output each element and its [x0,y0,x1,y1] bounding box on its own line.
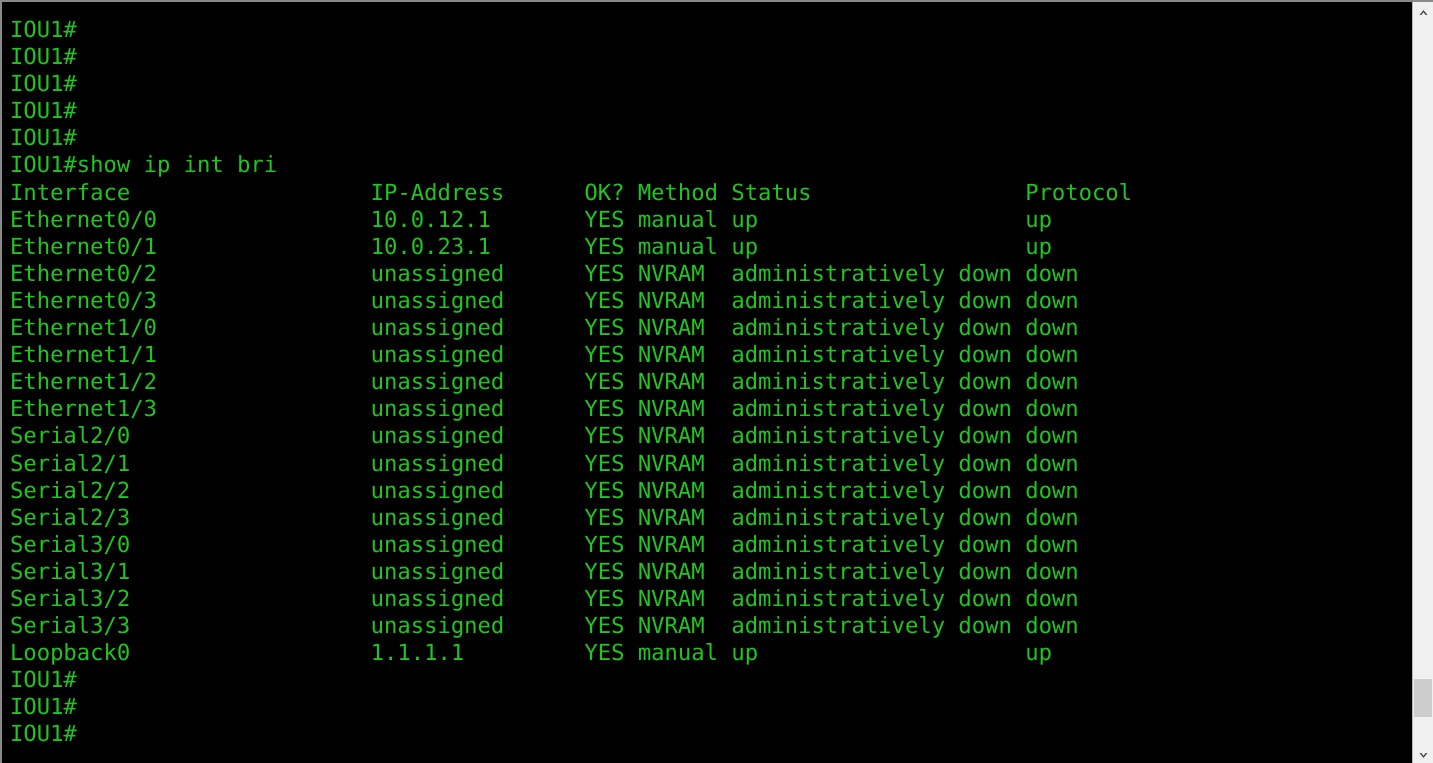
terminal-line: Ethernet1/2 unassigned YES NVRAM adminis… [10,369,1079,396]
terminal-line: IOU1# [10,721,77,748]
terminal-line: Serial3/1 unassigned YES NVRAM administr… [10,558,1079,585]
scrollbar-track[interactable] [1413,23,1433,744]
terminal-line: IOU1# [10,667,77,694]
terminal-line: IOU1# [10,71,77,98]
scroll-down-arrow-icon[interactable] [1413,744,1433,763]
terminal-line: IOU1# [10,44,77,71]
terminal-line: Serial2/3 unassigned YES NVRAM administr… [10,504,1079,531]
terminal-line: IOU1# [10,125,77,152]
terminal-line: Serial2/2 unassigned YES NVRAM administr… [10,477,1079,504]
terminal-output: IOU1# IOU1# IOU1# IOU1# IOU1# IOU1#show ip in… [10,17,1132,749]
terminal-line: Interface IP-Address OK? Method Status P… [10,179,1133,206]
scrollbar-thumb[interactable] [1414,679,1432,717]
terminal-line: Serial3/0 unassigned YES NVRAM administr… [10,531,1079,558]
terminal-line: Serial3/2 unassigned YES NVRAM administr… [10,585,1079,612]
terminal-line: Ethernet0/0 10.0.12.1 YES manual up up [10,206,1052,233]
terminal-line: Ethernet1/0 unassigned YES NVRAM adminis… [10,315,1079,342]
terminal-line: Serial3/3 unassigned YES NVRAM administr… [10,613,1079,640]
terminal-window: IOU1# IOU1# IOU1# IOU1# IOU1# IOU1#show ip in… [0,0,1433,763]
terminal-line: Serial2/0 unassigned YES NVRAM administr… [10,423,1079,450]
terminal-line: IOU1# [10,694,77,721]
terminal-line: Ethernet1/1 unassigned YES NVRAM adminis… [10,342,1079,369]
terminal-line: IOU1# [10,98,77,125]
terminal-line: IOU1# [10,17,77,43]
terminal-line: IOU1#show ip int bri [10,152,278,179]
terminal-line: Ethernet0/1 10.0.23.1 YES manual up up [10,233,1052,260]
vertical-scrollbar[interactable] [1412,2,1433,763]
terminal-line: Loopback0 1.1.1.1 YES manual up up [10,640,1052,667]
terminal-line: Serial2/1 unassigned YES NVRAM administr… [10,450,1079,477]
terminal-line: Ethernet1/3 unassigned YES NVRAM adminis… [10,396,1079,423]
terminal-screen[interactable]: IOU1# IOU1# IOU1# IOU1# IOU1# IOU1#show ip in… [2,2,1412,763]
scroll-up-arrow-icon[interactable] [1413,2,1433,23]
terminal-line: Ethernet0/3 unassigned YES NVRAM adminis… [10,287,1079,314]
terminal-line: Ethernet0/2 unassigned YES NVRAM adminis… [10,260,1079,287]
